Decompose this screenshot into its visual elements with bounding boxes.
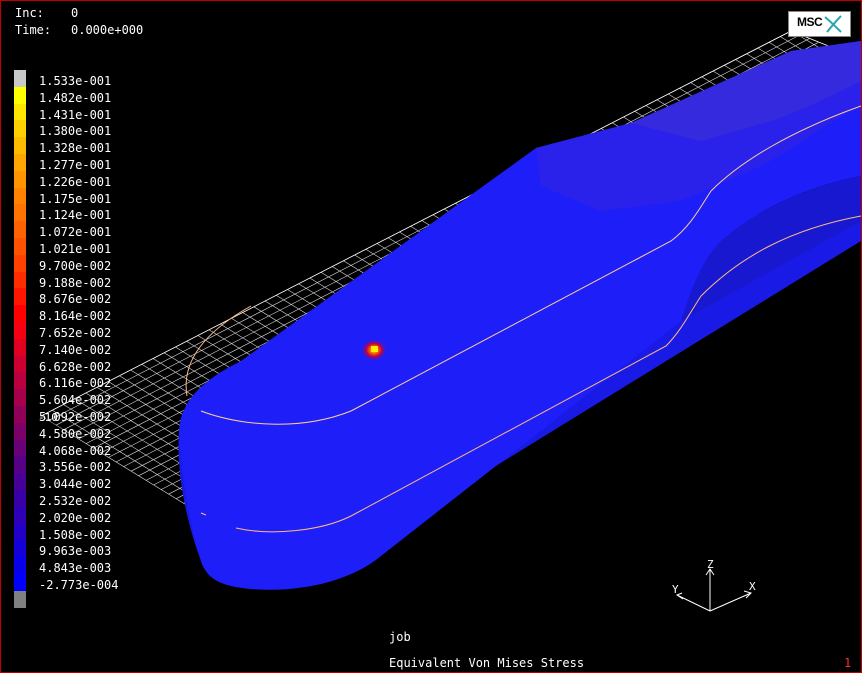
legend-label: 9.963e-003 bbox=[39, 544, 112, 559]
legend-label: 4.068e-002 bbox=[39, 443, 112, 458]
increment-value: 0 bbox=[71, 6, 79, 20]
legend-label: 2.532e-002 bbox=[39, 494, 112, 508]
axis-x-label: X bbox=[749, 580, 756, 593]
legend-label: 4.843e-003 bbox=[39, 561, 112, 576]
stress-hotspot-core bbox=[371, 346, 378, 352]
legend-swatch bbox=[14, 305, 26, 323]
time-value: 0.000e+000 bbox=[71, 23, 144, 37]
legend-swatch bbox=[14, 254, 26, 273]
legend-swatch bbox=[14, 170, 26, 189]
legend-label: 1.431e-001 bbox=[39, 107, 112, 122]
legend-label: 1.226e-001 bbox=[39, 174, 112, 189]
legend-label: 9.188e-002 bbox=[39, 275, 112, 290]
legend-swatch bbox=[14, 590, 26, 609]
axis-triad-icon: Z X Y bbox=[672, 558, 756, 612]
legend-label: 1.482e-001 bbox=[39, 90, 112, 105]
legend-label: 8.164e-002 bbox=[39, 309, 112, 324]
legend-swatch bbox=[14, 557, 26, 575]
legend-swatch bbox=[14, 506, 26, 525]
legend-swatch bbox=[14, 204, 26, 222]
legend-label: 3.044e-002 bbox=[39, 477, 112, 492]
legend-label: 1.328e-001 bbox=[39, 141, 112, 156]
job-name: job bbox=[389, 630, 411, 644]
legend-label: 2.020e-002 bbox=[39, 510, 112, 525]
legend-swatch bbox=[14, 103, 26, 121]
legend-swatch bbox=[14, 473, 26, 491]
legend-swatch bbox=[14, 187, 26, 205]
legend-label: 1.533e-001 bbox=[39, 74, 112, 88]
legend-swatch bbox=[14, 271, 26, 289]
legend-label: 5.604e-002 bbox=[39, 393, 112, 408]
legend-label: -2.773e-004 bbox=[39, 578, 119, 592]
legend-swatch bbox=[14, 456, 26, 474]
legend-label: 7.140e-002 bbox=[39, 342, 112, 357]
legend-label: 1.124e-001 bbox=[39, 208, 112, 223]
legend-swatch bbox=[14, 406, 26, 424]
legend-label: 1.021e-001 bbox=[39, 242, 112, 256]
legend-label: 1.277e-001 bbox=[39, 158, 112, 172]
legend-swatch bbox=[14, 372, 26, 390]
legend-label: 1.175e-001 bbox=[39, 191, 112, 206]
legend-swatch bbox=[14, 288, 26, 306]
legend-label: 3.556e-002 bbox=[39, 460, 112, 475]
increment-label: Inc: bbox=[15, 6, 44, 20]
legend-label: 1.380e-001 bbox=[39, 124, 112, 139]
legend-swatch bbox=[14, 355, 26, 373]
legend-swatch bbox=[14, 322, 26, 340]
legend-swatch bbox=[14, 439, 26, 457]
legend-label: 1.072e-001 bbox=[39, 225, 112, 240]
legend-label: 9.700e-002 bbox=[39, 258, 112, 273]
legend-swatch bbox=[14, 137, 26, 155]
legend-swatch bbox=[14, 574, 26, 592]
legend-swatch bbox=[14, 389, 26, 407]
logo-text: MSC bbox=[797, 15, 823, 29]
legend-swatch bbox=[14, 86, 26, 105]
legend-label: 8.676e-002 bbox=[39, 292, 112, 307]
legend-swatch bbox=[14, 70, 26, 88]
result-title: Equivalent Von Mises Stress bbox=[389, 656, 585, 670]
legend-label: 6.116e-002 bbox=[39, 376, 112, 391]
legend-label: 7.652e-002 bbox=[39, 326, 112, 340]
legend-swatch bbox=[14, 221, 26, 239]
time-label: Time: bbox=[15, 23, 52, 37]
viewport[interactable]: -10 Inc: 0 Time: 0.000e+000 MSC 1.533e-0… bbox=[0, 0, 862, 673]
legend-swatch bbox=[14, 120, 26, 138]
axis-z-label: Z bbox=[707, 558, 714, 571]
legend-swatch bbox=[14, 490, 26, 508]
legend-swatch bbox=[14, 154, 26, 172]
axis-y-label: Y bbox=[672, 583, 679, 596]
logo-swoosh-icon bbox=[824, 15, 842, 33]
legend-swatch bbox=[14, 338, 26, 357]
legend-label: 5.092e-002 bbox=[39, 410, 112, 424]
legend-label: 6.628e-002 bbox=[39, 359, 112, 374]
frame-number: 1 bbox=[844, 656, 852, 670]
legend-swatch bbox=[14, 540, 26, 558]
legend-label: 1.508e-002 bbox=[39, 527, 112, 542]
legend-swatch bbox=[14, 238, 26, 256]
legend-label: 4.580e-002 bbox=[39, 426, 112, 441]
legend-swatch bbox=[14, 523, 26, 541]
legend-swatch bbox=[14, 422, 26, 441]
msc-logo: MSC bbox=[788, 11, 851, 37]
